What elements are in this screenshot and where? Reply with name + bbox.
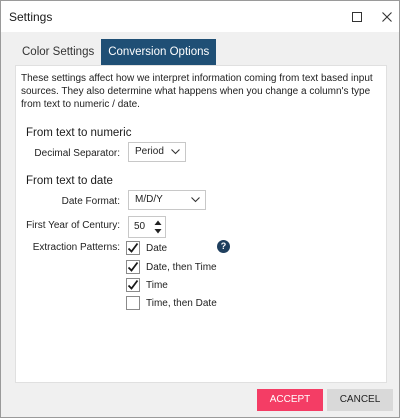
decimal-separator-label: Decimal Separator: xyxy=(34,148,120,159)
checkmark-icon xyxy=(127,261,139,272)
pattern-date-then-time-row: Date, then Time xyxy=(126,259,217,275)
pattern-time-label: Time xyxy=(146,279,168,291)
date-format-dropdown[interactable]: M/D/Y xyxy=(128,190,206,210)
pattern-time-then-date-row: Time, then Date xyxy=(126,295,217,311)
first-year-century-value: 50 xyxy=(134,221,146,232)
accept-button[interactable]: ACCEPT xyxy=(257,389,323,411)
date-format-value: M/D/Y xyxy=(135,194,163,205)
decimal-separator-dropdown[interactable]: Period xyxy=(128,142,186,162)
chevron-down-icon xyxy=(191,197,200,203)
help-icon[interactable]: ? xyxy=(217,240,230,253)
first-year-century-label: First Year of Century: xyxy=(26,220,120,231)
pattern-time-row: Time xyxy=(126,277,168,293)
pattern-date-then-time-checkbox[interactable] xyxy=(126,260,140,274)
pattern-date-checkbox[interactable] xyxy=(126,241,140,255)
numeric-section-heading: From text to numeric xyxy=(26,127,132,139)
first-year-century-stepper[interactable]: 50 xyxy=(128,216,166,238)
maximize-button[interactable] xyxy=(347,7,367,27)
decimal-separator-value: Period xyxy=(135,146,164,157)
pattern-time-checkbox[interactable] xyxy=(126,278,140,292)
date-section-heading: From text to date xyxy=(26,175,113,187)
close-button[interactable] xyxy=(377,7,397,27)
tab-bar: Color Settings Conversion Options xyxy=(15,39,217,65)
close-icon xyxy=(382,12,392,22)
pattern-date-label: Date xyxy=(146,242,168,254)
description-text: These settings affect how we interpret i… xyxy=(21,73,373,110)
tab-conversion-options[interactable]: Conversion Options xyxy=(101,39,217,65)
pattern-date-row: Date xyxy=(126,240,167,256)
title-bar: Settings xyxy=(1,1,399,32)
checkmark-icon xyxy=(127,279,139,290)
pattern-time-then-date-checkbox[interactable] xyxy=(126,296,140,310)
maximize-icon xyxy=(352,12,362,22)
conversion-options-panel: These settings affect how we interpret i… xyxy=(15,65,387,383)
extraction-patterns-label: Extraction Patterns: xyxy=(32,242,120,253)
pattern-date-then-time-label: Date, then Time xyxy=(146,261,217,273)
chevron-down-icon xyxy=(171,149,180,155)
stepper-down-icon[interactable] xyxy=(154,227,162,235)
tab-color-settings[interactable]: Color Settings xyxy=(15,39,101,65)
window-title: Settings xyxy=(9,10,53,24)
pattern-time-then-date-label: Time, then Date xyxy=(146,297,217,309)
settings-dialog: Settings Color Settings Conversion Optio… xyxy=(0,0,400,418)
checkmark-icon xyxy=(127,242,139,253)
date-format-label: Date Format: xyxy=(61,196,120,207)
cancel-button[interactable]: CANCEL xyxy=(327,389,393,411)
stepper-up-icon[interactable] xyxy=(154,219,162,227)
